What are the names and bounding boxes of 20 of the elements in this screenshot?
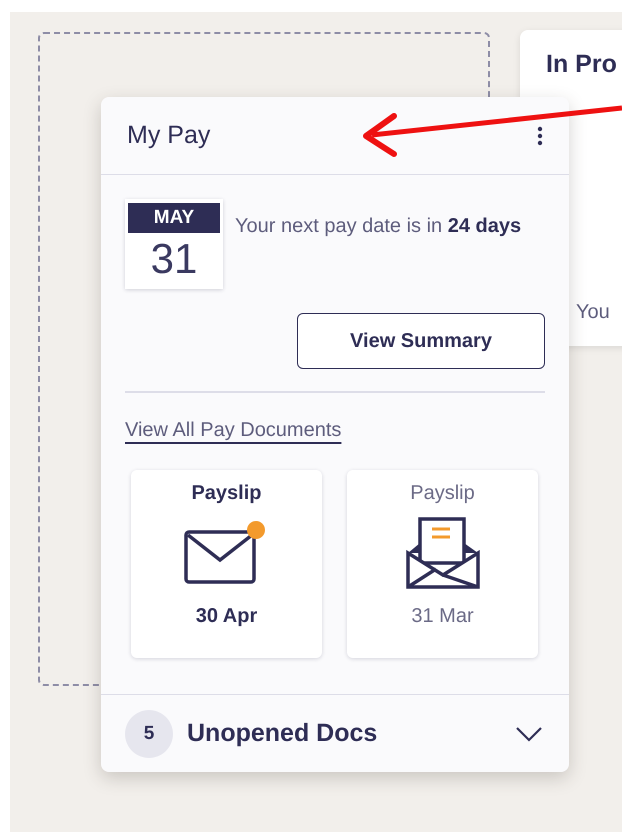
count-badge: 5 <box>125 710 173 758</box>
card-title: In Pro <box>546 50 618 79</box>
card-text: You <box>576 301 611 324</box>
pay-date-message: Your next pay date is in 24 days <box>235 214 522 239</box>
chevron-icon[interactable] <box>515 726 543 742</box>
calendar-day: 31 <box>150 233 198 285</box>
payslip-date: 31 Mar <box>411 604 474 628</box>
open-envelope-icon <box>406 516 480 588</box>
payslip-tile[interactable]: Payslip 30 Apr <box>131 470 322 658</box>
payslip-date: 30 Apr <box>196 604 258 628</box>
unopened-docs-label: Unopened Docs <box>187 719 378 748</box>
payslip-tile[interactable]: Payslip 31 Mar <box>347 470 538 658</box>
more-options-icon[interactable] <box>537 126 543 146</box>
view-all-documents-link[interactable]: View All Pay Documents <box>125 418 342 442</box>
card-title: My Pay <box>127 121 210 150</box>
payslip-title: Payslip <box>191 482 262 504</box>
view-summary-button[interactable]: View Summary <box>297 313 545 369</box>
payslip-title: Payslip <box>410 482 475 504</box>
unopened-docs-footer[interactable]: 5 Unopened Docs <box>101 694 569 772</box>
calendar-month: MAY <box>128 203 220 233</box>
